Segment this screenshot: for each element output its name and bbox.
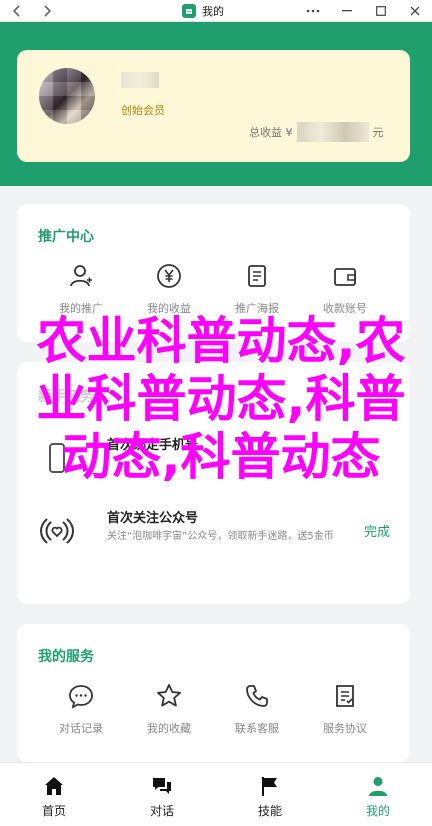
- member-level: 创始会员: [121, 104, 165, 117]
- service-item-favorites[interactable]: 我的收藏: [125, 682, 213, 736]
- person-icon: [369, 777, 387, 796]
- task-title: 首次绑定手机号: [107, 438, 199, 453]
- window-titlebar: 我的: [0, 0, 432, 22]
- service-item-label: 我的收藏: [147, 722, 191, 735]
- phone-icon: [246, 685, 268, 707]
- document-icon: [336, 685, 354, 707]
- nav-label: 技能: [257, 804, 282, 818]
- promo-center-title: 推广中心: [38, 229, 94, 245]
- wallet-icon: [334, 268, 356, 286]
- broadcast-heart-icon: [39, 513, 75, 549]
- service-item-chat-history[interactable]: 对话记录: [37, 682, 125, 736]
- task-bind-phone: 首次绑定手机号: [17, 424, 410, 494]
- task-follow-account: 首次关注公众号 关注“泡咖啡宇宙”公众号，领取新手迷路，送5金币 完成: [17, 497, 410, 567]
- nav-label: 我的: [365, 804, 390, 818]
- forward-icon[interactable]: [36, 0, 58, 22]
- promo-item-my-income[interactable]: 我的收益: [125, 262, 213, 316]
- service-item-label: 联系客服: [235, 722, 279, 735]
- nav-chat[interactable]: 对话: [108, 763, 216, 826]
- promo-center-card: 推广中心 我的推广 我的收益 推广海报 收款账号: [17, 204, 410, 342]
- task-complete-button[interactable]: 完成: [364, 521, 390, 540]
- minimize-icon[interactable]: [330, 0, 364, 22]
- back-icon[interactable]: [6, 0, 28, 22]
- chat-icon: [69, 685, 93, 709]
- app-logo-icon: [182, 4, 196, 18]
- income-suffix: 元: [372, 126, 384, 139]
- task-description: 关注“泡咖啡宇宙”公众号，领取新手迷路，送5金币: [107, 531, 334, 542]
- poster-icon: [248, 265, 266, 287]
- task-title: 首次关注公众号: [107, 511, 199, 526]
- income-value-redacted: [296, 122, 369, 142]
- bottom-navigation: 首页 对话 技能 我的: [0, 762, 432, 826]
- promo-item-account[interactable]: 收款账号: [301, 262, 389, 316]
- flag-icon: [262, 777, 277, 796]
- tasks-progress: 1/4: [374, 386, 392, 399]
- nav-skills[interactable]: 技能: [216, 763, 324, 826]
- phone-bind-icon: [39, 440, 75, 476]
- window-title: 我的: [202, 5, 224, 18]
- promo-item-poster[interactable]: 推广海报: [213, 262, 301, 316]
- member-card[interactable]: 创始会员 总收益 ¥ 元: [17, 50, 410, 162]
- close-icon[interactable]: [398, 0, 432, 22]
- service-item-agreement[interactable]: 服务协议: [301, 682, 389, 736]
- user-icon: [70, 265, 92, 287]
- maximize-icon[interactable]: [364, 0, 398, 22]
- service-item-label: 对话记录: [59, 722, 103, 735]
- nav-label: 首页: [41, 804, 66, 818]
- username-redacted: [121, 72, 159, 88]
- more-icon[interactable]: [296, 0, 330, 22]
- promo-item-label: 我的收益: [147, 302, 191, 315]
- tasks-card: 新手任务 1/4 首次绑定手机号 首次关注公众号 关注“泡咖啡宇宙”公众号，领取…: [17, 362, 410, 604]
- income-label: 总收益 ¥: [249, 126, 293, 139]
- promo-item-label: 推广海报: [235, 302, 279, 315]
- nav-home[interactable]: 首页: [0, 763, 108, 826]
- promo-item-label: 收款账号: [323, 302, 367, 315]
- chat-bubbles-icon: [153, 778, 171, 794]
- nav-label: 对话: [149, 804, 174, 818]
- services-card: 我的服务 对话记录 我的收藏 联系客服 服务协议: [17, 624, 410, 762]
- service-item-support[interactable]: 联系客服: [213, 682, 301, 736]
- services-title: 我的服务: [38, 649, 94, 665]
- yen-icon: [157, 264, 181, 288]
- avatar[interactable]: [39, 68, 95, 124]
- service-item-label: 服务协议: [323, 722, 367, 735]
- promo-item-my-promotion[interactable]: 我的推广: [37, 262, 125, 316]
- home-icon: [45, 777, 63, 795]
- total-income: 总收益 ¥ 元: [249, 122, 384, 142]
- star-icon: [157, 684, 181, 707]
- tasks-title: 新手任务: [38, 389, 94, 405]
- window-title-group: 我的: [182, 0, 224, 22]
- nav-mine[interactable]: 我的: [324, 763, 432, 826]
- promo-item-label: 我的推广: [59, 302, 103, 315]
